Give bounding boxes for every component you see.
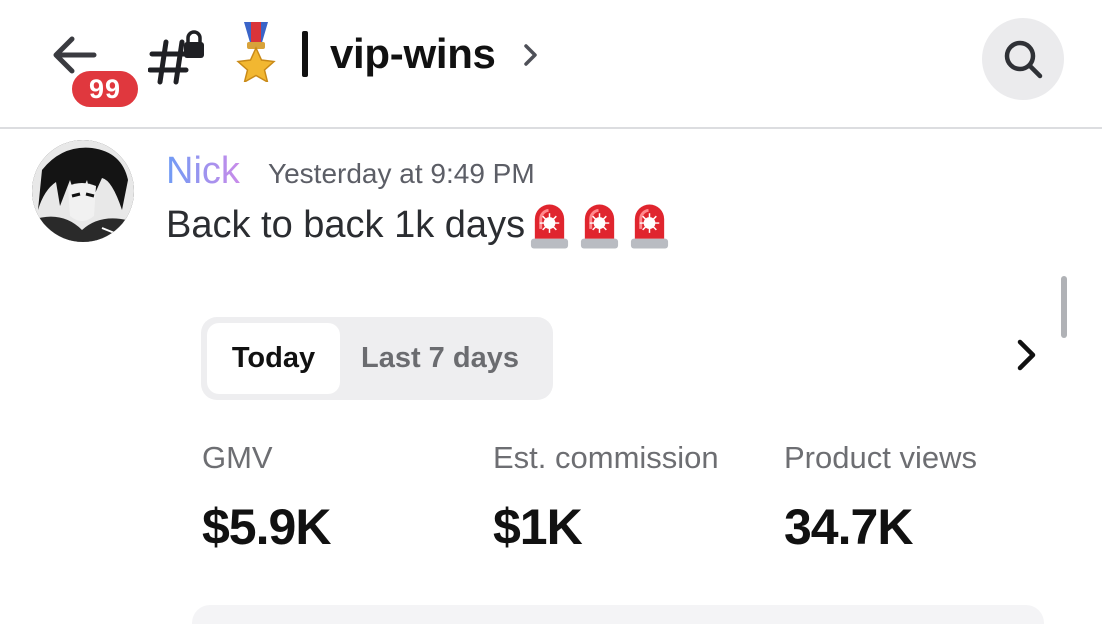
police-car-light-icon	[630, 204, 669, 249]
police-car-light-icon	[530, 204, 569, 249]
chevron-right-icon[interactable]	[520, 40, 542, 70]
channel-title[interactable]: vip-wins	[330, 26, 496, 82]
tab-last-7-days[interactable]: Last 7 days	[361, 323, 519, 394]
metric-value-commission: $1K	[493, 499, 583, 555]
metric-label-commission: Est. commission	[493, 440, 719, 475]
message-author[interactable]: Nick	[166, 146, 240, 196]
metric-value-gmv: $5.9K	[202, 499, 331, 555]
emoji-group	[528, 199, 678, 251]
search-button[interactable]	[982, 18, 1064, 100]
header-divider	[0, 127, 1102, 129]
chevron-right-icon[interactable]	[1014, 337, 1040, 373]
metric-label-views: Product views	[784, 440, 977, 475]
unread-badge: 99	[69, 68, 141, 110]
scrollbar[interactable]	[1061, 276, 1067, 338]
discord-channel-view: 99 vip-wins Nick Yesterday at 9:49 PM Ba…	[0, 0, 1102, 624]
tab-today[interactable]: Today	[207, 323, 340, 394]
metric-label-gmv: GMV	[202, 440, 273, 475]
search-icon	[1004, 40, 1043, 79]
message-content: Back to back 1k days	[166, 204, 526, 246]
message-timestamp: Yesterday at 9:49 PM	[268, 158, 535, 189]
locked-text-channel-icon	[148, 30, 204, 85]
metric-value-views: 34.7K	[784, 499, 913, 555]
military-medal-icon	[236, 22, 276, 82]
title-separator	[302, 31, 308, 77]
period-tabs: Today Last 7 days	[201, 317, 553, 400]
embed-card	[192, 605, 1044, 624]
channel-header: 99 vip-wins	[0, 0, 1102, 128]
avatar-image	[32, 140, 134, 242]
avatar[interactable]	[32, 140, 134, 242]
police-car-light-icon	[580, 204, 619, 249]
